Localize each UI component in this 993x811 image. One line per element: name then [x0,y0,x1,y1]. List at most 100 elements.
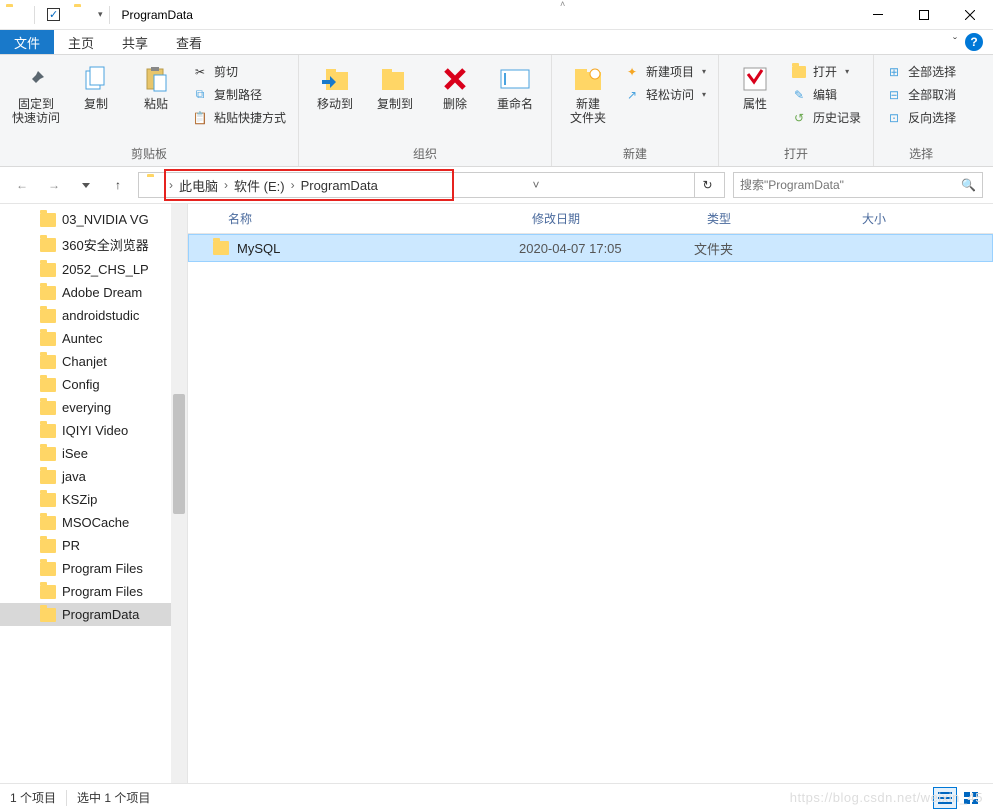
ribbon-group-select: ⊞全部选择 ⊟全部取消 ⊡反向选择 选择 [874,55,968,166]
tree-item[interactable]: 360安全浏览器 [0,231,187,258]
move-to-icon [319,63,351,95]
new-folder-button[interactable]: 新建 文件夹 [560,59,616,129]
help-icon[interactable]: ? [965,33,983,51]
history-button[interactable]: ↺历史记录 [787,107,865,128]
tree-item[interactable]: Chanjet [0,350,187,373]
refresh-button[interactable]: ↻ [694,172,720,198]
breadcrumb-seg-pc[interactable]: 此电脑 [175,176,222,195]
chevron-right-icon[interactable]: › [167,178,175,192]
folder-small-icon[interactable] [74,7,90,23]
copy-path-button[interactable]: ⧉复制路径 [188,84,290,105]
tree-scrollbar[interactable] [171,204,187,787]
scrollbar-thumb[interactable] [173,394,185,514]
column-type[interactable]: 类型 [693,210,848,227]
search-icon[interactable]: 🔍 [961,178,976,192]
qa-dropdown-icon[interactable]: ▾ [98,9,103,20]
tree-item[interactable]: PR [0,534,187,557]
search-input[interactable] [740,178,961,192]
invert-selection-button[interactable]: ⊡反向选择 [882,107,960,128]
move-to-button[interactable]: 移动到 [307,59,363,115]
checkbox-icon[interactable]: ✓ [47,8,60,21]
folder-icon [40,213,56,227]
open-button[interactable]: 打开▾ [787,61,865,82]
delete-button[interactable]: 删除 [427,59,483,115]
breadcrumb-seg-drive[interactable]: 软件 (E:) [230,176,289,195]
tab-view[interactable]: 查看 [162,30,216,54]
tab-share[interactable]: 共享 [108,30,162,54]
column-headers: 名称˄ 修改日期 类型 大小 [188,204,993,234]
ribbon-collapse-icon[interactable]: ˇ [953,35,957,49]
tree-item-label: Program Files [62,584,143,599]
rename-icon [499,63,531,95]
tree-item-label: 03_NVIDIA VG [62,212,149,227]
nav-recent-button[interactable] [74,173,98,197]
tree-item[interactable]: IQIYI Video [0,419,187,442]
paste-shortcut-button[interactable]: 📋粘贴快捷方式 [188,107,290,128]
new-item-button[interactable]: ✦新建项目▾ [620,61,710,82]
select-none-button[interactable]: ⊟全部取消 [882,84,960,105]
tree-item[interactable]: ProgramData [0,603,187,626]
copy-to-icon [379,63,411,95]
file-row[interactable]: MySQL2020-04-07 17:05文件夹 [188,234,993,262]
properties-button[interactable]: 属性 [727,59,783,115]
tree-item-label: PR [62,538,80,553]
pin-quick-access-button[interactable]: 固定到 快速访问 [8,59,64,129]
tree-item[interactable]: MSOCache [0,511,187,534]
maximize-button[interactable] [901,0,947,30]
breadcrumb-seg-folder[interactable]: ProgramData [297,178,382,193]
tab-home[interactable]: 主页 [54,30,108,54]
view-details-button[interactable] [933,787,957,809]
column-size[interactable]: 大小 [848,210,928,227]
navigation-tree[interactable]: 03_NVIDIA VG 360安全浏览器2052_CHS_LPAdobe Dre… [0,204,188,787]
tree-item-label: KSZip [62,492,97,507]
tree-item[interactable]: KSZip [0,488,187,511]
tree-item-label: ProgramData [62,607,139,622]
tree-item[interactable]: androidstudic [0,304,187,327]
tree-item-label: iSee [62,446,88,461]
tree-item[interactable]: everying [0,396,187,419]
nav-back-button[interactable]: ← [10,173,34,197]
cut-button[interactable]: ✂剪切 [188,61,290,82]
tab-file[interactable]: 文件 [0,30,54,54]
nav-up-button[interactable]: ↑ [106,173,130,197]
edit-button[interactable]: ✎编辑 [787,84,865,105]
view-large-icons-button[interactable] [959,787,983,809]
tree-item[interactable]: Program Files [0,557,187,580]
pin-icon [20,63,52,95]
copy-to-button[interactable]: 复制到 [367,59,423,115]
tree-item[interactable]: Auntec [0,327,187,350]
search-box[interactable]: 🔍 [733,172,983,198]
tree-item[interactable]: java [0,465,187,488]
breadcrumb-dropdown-icon[interactable]: ˅ [530,178,541,192]
select-all-button[interactable]: ⊞全部选择 [882,61,960,82]
minimize-button[interactable] [855,0,901,30]
chevron-right-icon[interactable]: › [222,178,230,192]
tree-item[interactable]: 2052_CHS_LP [0,258,187,281]
column-name[interactable]: 名称˄ [188,210,518,227]
column-date[interactable]: 修改日期 [518,210,693,227]
tree-item-label: Config [62,377,100,392]
tree-item[interactable]: Adobe Dream [0,281,187,304]
cut-icon: ✂ [192,64,208,80]
copy-icon [80,63,112,95]
tree-item-label: IQIYI Video [62,423,128,438]
explorer-body: 03_NVIDIA VG 360安全浏览器2052_CHS_LPAdobe Dre… [0,203,993,787]
tree-item[interactable]: 03_NVIDIA VG [0,208,187,231]
folder-icon [147,177,163,193]
folder-icon [40,378,56,392]
ribbon-group-clipboard: 固定到 快速访问 复制 粘贴 ✂剪切 ⧉复制路径 📋粘贴快捷方式 剪贴板 [0,55,299,166]
easy-access-button[interactable]: ↗轻松访问▾ [620,84,710,105]
nav-forward-button[interactable]: → [42,173,66,197]
tree-item[interactable]: iSee [0,442,187,465]
breadcrumb[interactable]: › 此电脑 › 软件 (E:) › ProgramData ˅ ↻ [138,172,725,198]
paste-button[interactable]: 粘贴 [128,59,184,115]
tree-item[interactable]: Program Files [0,580,187,603]
tree-item-label: Auntec [62,331,102,346]
tree-item[interactable]: Config [0,373,187,396]
copy-button[interactable]: 复制 [68,59,124,115]
rename-button[interactable]: 重命名 [487,59,543,115]
file-list[interactable]: MySQL2020-04-07 17:05文件夹 [188,234,993,787]
folder-icon [40,332,56,346]
chevron-right-icon[interactable]: › [289,178,297,192]
close-button[interactable] [947,0,993,30]
